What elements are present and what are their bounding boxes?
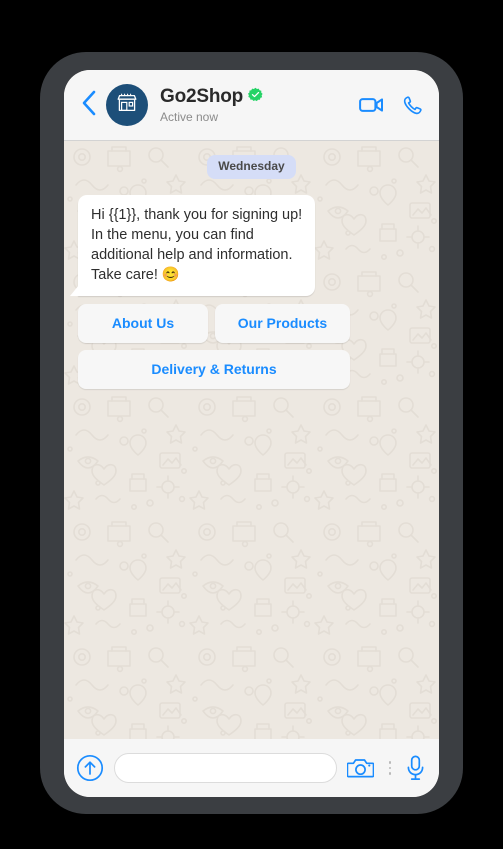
quick-reply-row-2: Delivery & Returns <box>78 350 350 389</box>
quick-reply-group: About Us Our Products Delivery & Returns <box>78 304 350 389</box>
date-divider-row: Wednesday <box>78 155 425 179</box>
phone-screen: Go2Shop Active now Wednesday Hi {{1}}, t… <box>64 70 439 797</box>
message-bubble: Hi {{1}}, thank you for signing up! In t… <box>69 195 316 296</box>
message-row: Hi {{1}}, thank you for signing up! In t… <box>69 195 425 296</box>
phone-frame: Go2Shop Active now Wednesday Hi {{1}}, t… <box>40 52 463 814</box>
composer-bar <box>64 739 439 797</box>
camera-icon[interactable] <box>347 757 374 779</box>
status-text: Active now <box>160 109 219 124</box>
kebab-menu-icon[interactable] <box>384 761 396 775</box>
message-input[interactable] <box>114 753 337 783</box>
verified-badge-icon <box>248 87 263 107</box>
chat-header: Go2Shop Active now <box>64 70 439 141</box>
back-button[interactable] <box>76 90 102 120</box>
microphone-icon[interactable] <box>406 755 425 781</box>
arrow-up-circle-icon[interactable] <box>76 754 104 782</box>
avatar[interactable] <box>106 84 148 126</box>
quick-reply-about-us[interactable]: About Us <box>78 304 208 343</box>
header-actions <box>359 95 423 116</box>
quick-reply-our-products[interactable]: Our Products <box>215 304 350 343</box>
video-call-icon[interactable] <box>359 96 384 114</box>
chevron-left-icon <box>81 90 97 121</box>
quick-reply-delivery-returns[interactable]: Delivery & Returns <box>78 350 350 389</box>
message-list: Wednesday Hi {{1}}, thank you for signin… <box>64 141 439 739</box>
storefront-icon <box>115 91 139 120</box>
date-divider: Wednesday <box>207 155 296 179</box>
message-text: Hi {{1}}, thank you for signing up! In t… <box>91 207 303 283</box>
chat-body: Wednesday Hi {{1}}, thank you for signin… <box>64 141 439 739</box>
quick-reply-row-1: About Us Our Products <box>78 304 350 343</box>
page-title: Go2Shop <box>160 85 244 107</box>
header-text-block: Go2Shop Active now <box>160 86 359 125</box>
voice-call-icon[interactable] <box>402 95 423 116</box>
